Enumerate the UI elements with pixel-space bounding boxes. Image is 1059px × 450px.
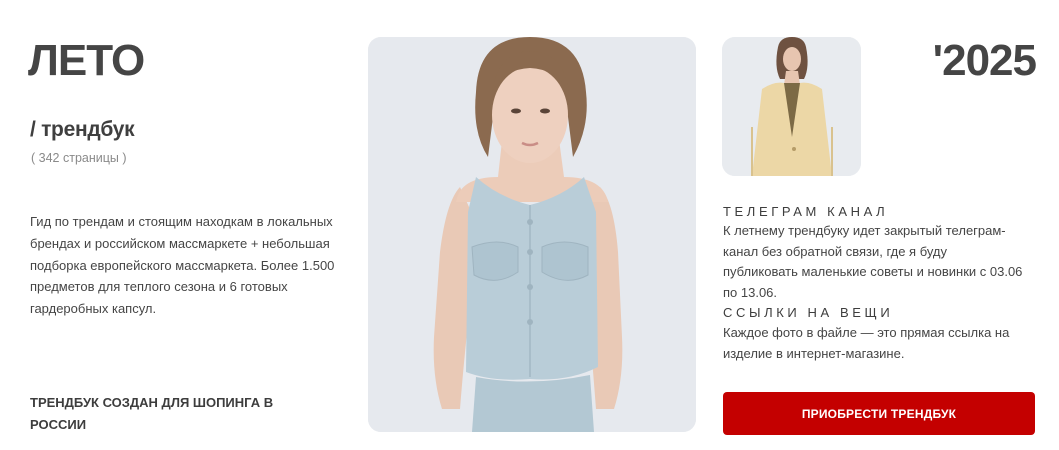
main-photo-model-in-blue-vest: [368, 37, 696, 432]
buy-trendbook-button[interactable]: ПРИОБРЕСТИ ТРЕНДБУК: [723, 392, 1035, 435]
trendbook-footnote: ТРЕНДБУК СОЗДАН ДЛЯ ШОПИНГА В РОССИИ: [30, 395, 274, 432]
season-title: ЛЕТО: [28, 36, 145, 85]
page-count: ( 342 страницы ): [31, 151, 127, 165]
telegram-section-body: К летнему трендбуку идет закрытый телегр…: [723, 223, 1023, 300]
links-section-body: Каждое фото в файле — это прямая ссылка …: [723, 325, 1010, 361]
model-illustration: [368, 37, 696, 432]
trendbook-description: Гид по трендам и стоящим находкам в лока…: [30, 214, 335, 317]
small-photo-model-in-beige-coat: [722, 37, 861, 176]
telegram-section-title: ТЕЛЕГРАМ КАНАЛ: [723, 204, 889, 219]
links-section-title: ССЫЛКИ НА ВЕЩИ: [723, 305, 894, 320]
trendbook-subtitle: / трендбук: [30, 118, 135, 141]
coat-illustration: [722, 37, 861, 176]
year-label: '2025: [932, 36, 1037, 85]
